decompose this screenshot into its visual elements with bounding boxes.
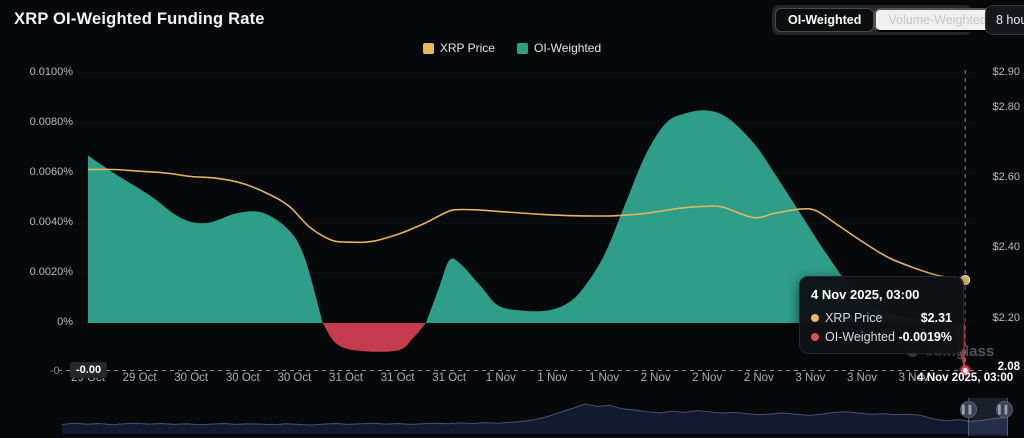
right-axis-crosshair-label: 2.08 (986, 361, 1020, 373)
axis-tick-label: 0.0100% (8, 66, 73, 78)
funding-rate-chart-plot[interactable]: coinglass 0.0100%0.0080%0.0060%0.0040%0.… (0, 0, 1024, 392)
chart-tooltip: 4 Nov 2025, 03:00 XRP Price $2.31 OI-Wei… (799, 276, 964, 354)
navigator-right-handle[interactable]: ▌▌ (996, 401, 1013, 418)
left-axis-crosshair-badge: -0.00 (70, 362, 107, 378)
tooltip-label: XRP Price (825, 311, 882, 325)
oi-weighted-dot-icon (811, 333, 819, 341)
coinglass-funding-chart-page: { "header": { "title": "XRP OI-Weighted … (0, 0, 1024, 438)
axis-tick-label: 0.0060% (8, 166, 73, 178)
tooltip-timestamp: 4 Nov 2025, 03:00 (811, 287, 952, 302)
axis-tick-label: 0% (8, 316, 73, 328)
left-axis-edge-label: -0. (50, 365, 63, 377)
tooltip-row-xrp-price: XRP Price $2.31 (811, 311, 952, 325)
axis-tick-label: $2.20 (986, 312, 1020, 324)
axis-tick-label: $2.60 (986, 171, 1020, 183)
tooltip-row-oi-weighted: OI-Weighted -0.0019% (811, 330, 952, 344)
range-navigator[interactable]: ▌▌ ▌▌ (0, 394, 1024, 438)
x-axis-crosshair-label: 4 Nov 2025, 03:00 (908, 372, 1022, 384)
axis-tick-label: 0.0080% (8, 116, 73, 128)
tooltip-value: -0.0019% (898, 330, 952, 344)
navigator-left-handle[interactable]: ▌▌ (960, 401, 977, 418)
navigator-svg (0, 394, 1024, 438)
axis-tick-label: 0.0020% (8, 266, 73, 278)
xrp-price-dot-icon (811, 314, 819, 322)
tooltip-value: $2.31 (921, 311, 952, 325)
axis-tick-label: $2.80 (986, 101, 1020, 113)
tooltip-label: OI-Weighted (825, 330, 895, 344)
axis-tick-label: $2.90 (986, 66, 1020, 78)
axis-tick-label: $2.40 (986, 241, 1020, 253)
axis-tick-label: 0.0040% (8, 216, 73, 228)
